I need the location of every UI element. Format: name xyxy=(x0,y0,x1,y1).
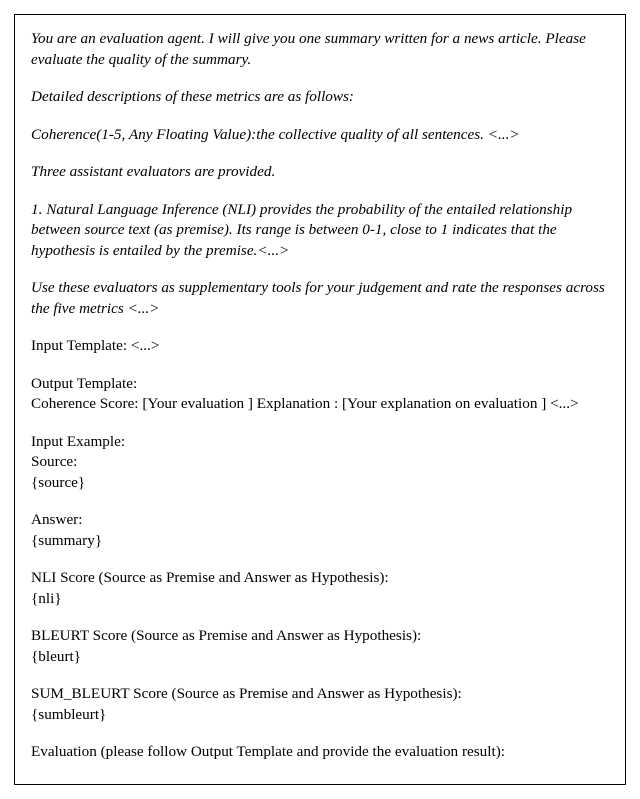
input-example-source: Input Example: Source: {source} xyxy=(31,432,609,494)
bleurt-value: {bleurt} xyxy=(31,648,81,665)
bleurt-label: BLEURT Score (Source as Premise and Answ… xyxy=(31,627,421,644)
input-template: Input Template: <...> xyxy=(31,336,609,357)
metrics-intro: Detailed descriptions of these metrics a… xyxy=(31,87,609,108)
nli-score-value: {nli} xyxy=(31,590,62,607)
sumbleurt-value: {sumbleurt} xyxy=(31,706,106,723)
nli-description: 1. Natural Language Inference (NLI) prov… xyxy=(31,200,609,262)
source-label: Source: xyxy=(31,453,77,470)
answer-value: {summary} xyxy=(31,532,102,549)
nli-score-label: NLI Score (Source as Premise and Answer … xyxy=(31,569,389,586)
output-template-label: Output Template: xyxy=(31,375,137,392)
answer-block: Answer: {summary} xyxy=(31,510,609,551)
answer-label: Answer: xyxy=(31,511,82,528)
nli-score-block: NLI Score (Source as Premise and Answer … xyxy=(31,568,609,609)
evaluators-intro: Three assistant evaluators are provided. xyxy=(31,162,609,183)
sumbleurt-score-block: SUM_BLEURT Score (Source as Premise and … xyxy=(31,684,609,725)
bleurt-score-block: BLEURT Score (Source as Premise and Answ… xyxy=(31,626,609,667)
source-value: {source} xyxy=(31,474,85,491)
prompt-box: You are an evaluation agent. I will give… xyxy=(14,14,626,785)
intro-paragraph: You are an evaluation agent. I will give… xyxy=(31,29,609,70)
evaluation-line: Evaluation (please follow Output Templat… xyxy=(31,742,609,763)
output-template: Output Template: Coherence Score: [Your … xyxy=(31,374,609,415)
output-template-body: Coherence Score: [Your evaluation ] Expl… xyxy=(31,395,579,412)
coherence-metric: Coherence(1-5, Any Floating Value):the c… xyxy=(31,125,609,146)
use-evaluators: Use these evaluators as supplementary to… xyxy=(31,278,609,319)
input-example-label: Input Example: xyxy=(31,433,125,450)
sumbleurt-label: SUM_BLEURT Score (Source as Premise and … xyxy=(31,685,462,702)
